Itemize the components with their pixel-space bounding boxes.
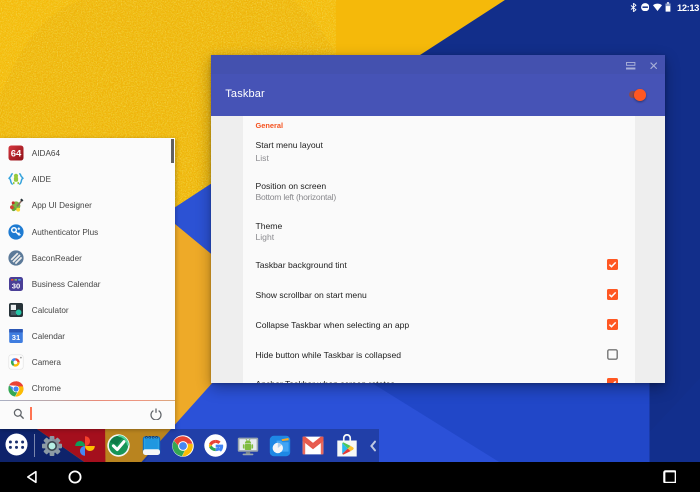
svg-text:31: 31 — [11, 333, 20, 342]
svg-text:64: 64 — [10, 149, 21, 160]
svg-text:30: 30 — [11, 282, 19, 291]
